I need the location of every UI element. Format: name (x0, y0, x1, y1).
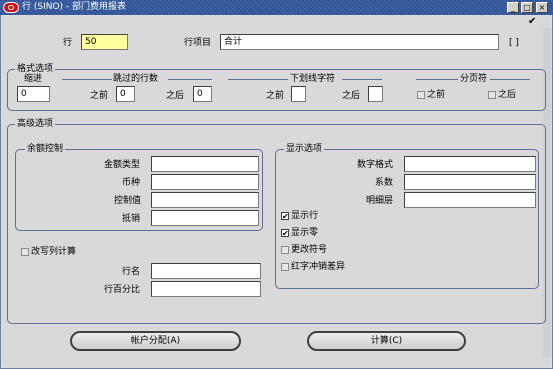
balance-control-title: 余额控制 (25, 143, 66, 155)
red-variance-label: 红字冲销差异 (291, 262, 346, 272)
minimize-button[interactable]: _ (507, 2, 519, 13)
underline-after-field[interactable] (368, 86, 383, 102)
skip-before-label: 之前 (90, 91, 109, 101)
override-column-calc-label: 改写列计算 (31, 247, 77, 257)
maximize-button[interactable]: □ (521, 2, 533, 13)
line-item-label: 行项目 (184, 38, 212, 48)
control-value-label: 控制值 (114, 196, 142, 206)
skip-before-field[interactable]: 0 (116, 86, 135, 102)
skip-rows-title: 跳过的行数 (113, 74, 159, 84)
control-value-field[interactable] (151, 192, 259, 208)
row-name-label: 行名 (122, 267, 141, 277)
skip-rows-rule-right (168, 79, 212, 80)
row-percent-field[interactable] (151, 281, 261, 297)
page-break-rule-left (416, 79, 458, 80)
close-button[interactable]: × (536, 2, 548, 13)
app-icon (3, 2, 19, 13)
indent-field[interactable]: 0 (17, 86, 50, 102)
window-title: 行 (SINO) - 部门费用报表 (22, 2, 127, 12)
underline-after-label: 之后 (342, 91, 361, 101)
line-item-field[interactable]: 合计 (220, 34, 499, 50)
skip-after-field[interactable]: 0 (193, 86, 212, 102)
offset-label: 抵销 (122, 214, 141, 224)
display-options-title: 显示选项 (284, 143, 325, 155)
number-format-field[interactable] (404, 156, 536, 172)
level-of-detail-field[interactable] (404, 192, 536, 208)
override-column-calc-checkbox[interactable] (21, 248, 29, 256)
level-of-detail-label: 明细层 (366, 196, 394, 206)
underline-title: 下划线字符 (290, 74, 336, 84)
underline-before-label: 之前 (266, 91, 285, 101)
underline-before-field[interactable] (291, 86, 306, 102)
advanced-options-title: 高级选项 (15, 118, 56, 130)
display-row-label: 显示行 (291, 211, 319, 221)
red-variance-checkbox[interactable] (281, 263, 289, 271)
skip-after-label: 之后 (166, 91, 185, 101)
display-zero-label: 显示零 (291, 228, 319, 238)
descriptive-flexfield[interactable]: [ ] (509, 37, 519, 49)
display-zero-checkbox[interactable]: ✔ (281, 229, 289, 238)
row-number-field[interactable]: 50 (81, 34, 128, 50)
skip-rows-rule-left (62, 79, 112, 80)
amount-type-label: 金额类型 (104, 160, 141, 170)
currency-label: 币种 (122, 178, 141, 188)
display-row-checkbox[interactable]: ✔ (281, 212, 289, 221)
amount-type-field[interactable] (151, 156, 259, 172)
factor-field[interactable] (404, 174, 536, 190)
offset-field[interactable] (151, 210, 259, 226)
row-name-field[interactable] (151, 263, 261, 279)
number-format-label: 数字格式 (357, 160, 394, 170)
page-break-after-checkbox[interactable] (488, 91, 496, 99)
row-label: 行 (63, 38, 73, 48)
change-sign-label: 更改符号 (291, 245, 328, 255)
underline-rule-left (228, 79, 288, 80)
page-break-title: 分页符 (460, 74, 488, 84)
change-sign-checkbox[interactable] (281, 246, 289, 254)
page-break-rule-right (490, 79, 530, 80)
page-break-before-label: 之前 (427, 90, 446, 100)
underline-rule-right (342, 79, 382, 80)
currency-field[interactable] (151, 174, 259, 190)
page-break-before-checkbox[interactable] (417, 91, 425, 99)
check-mark-icon: ✔ (528, 16, 537, 27)
calculate-button[interactable]: 计算(C) (307, 331, 466, 351)
factor-label: 系数 (375, 178, 394, 188)
indent-label: 缩进 (24, 74, 43, 84)
row-percent-label: 行百分比 (104, 285, 141, 295)
account-assignments-button[interactable]: 帐户分配(A) (70, 331, 241, 351)
page-break-after-label: 之后 (498, 90, 517, 100)
